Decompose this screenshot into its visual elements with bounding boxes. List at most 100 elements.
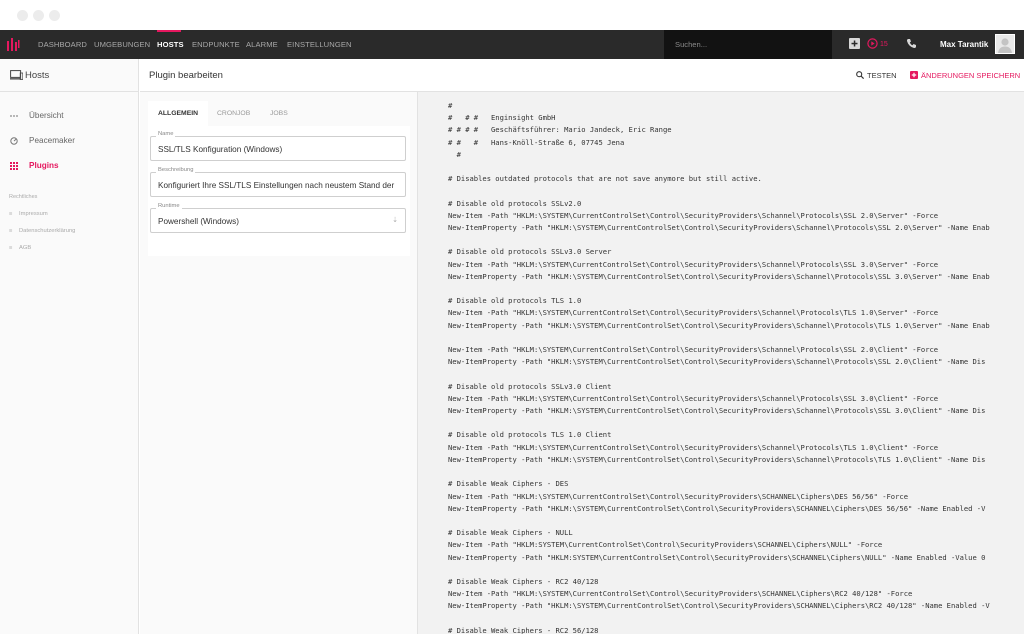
code-editor[interactable]: # # # # Enginsight GmbH # # # # Geschäftsf… xyxy=(417,92,1024,634)
code-line: New-Item -Path "HKLM:\SYSTEM\CurrentCont… xyxy=(448,308,939,318)
code-line: # Disable old protocols TLS 1.0 Client xyxy=(448,430,612,440)
save-icon xyxy=(910,71,918,79)
code-line: New-Item -Path "HKLM:\SYSTEM\CurrentCont… xyxy=(448,393,939,403)
nav-einstellungen[interactable]: EINSTELLUNGEN xyxy=(287,30,352,59)
nav-dashboard[interactable]: DASHBOARD xyxy=(38,30,87,59)
code-line: New-ItemProperty -Path "HKLM:\SYSTEM\Cur… xyxy=(448,223,990,233)
page-title: Plugin bearbeiten xyxy=(149,70,223,81)
sidebar-item-peacemaker[interactable]: Peacemaker xyxy=(0,134,139,148)
code-line: New-ItemProperty -Path "HKLM:\SYSTEM\Cur… xyxy=(448,503,986,513)
sidebar: Hosts Übersicht Peacemaker Plugins Recht… xyxy=(0,59,139,634)
code-content[interactable]: # # # # Enginsight GmbH # # # # Geschäftsf… xyxy=(448,100,990,634)
name-field[interactable]: Name SSL/TLS Konfiguration (Windows) xyxy=(150,131,406,161)
form-box: Name SSL/TLS Konfiguration (Windows) Bes… xyxy=(148,126,410,256)
code-line: New-Item -Path "HKLM:\SYSTEM\CurrentCont… xyxy=(448,345,939,355)
avatar[interactable] xyxy=(995,34,1015,54)
alarm-icon[interactable] xyxy=(867,38,878,49)
page-header: Plugin bearbeiten TESTEN ÄNDERUNGEN SPEI… xyxy=(140,59,1024,92)
legal-heading: Rechtliches xyxy=(9,194,38,200)
search-input[interactable] xyxy=(664,30,832,59)
legal-item-label: Impressum xyxy=(19,211,48,217)
code-line: New-Item -Path "HKLM:\SYSTEM\CurrentCont… xyxy=(448,589,913,599)
save-changes-button[interactable]: ÄNDERUNGEN SPEICHERN xyxy=(910,59,1020,92)
window-maximize-dot[interactable] xyxy=(49,10,60,21)
name-input[interactable]: SSL/TLS Konfiguration (Windows) xyxy=(158,145,402,154)
add-icon[interactable] xyxy=(849,38,860,49)
sidebar-item-uebersicht[interactable]: Übersicht xyxy=(0,109,139,123)
code-line: # Disable old protocols SSLv3.0 Server xyxy=(448,247,612,257)
user-name[interactable]: Max Tarantik xyxy=(940,30,988,59)
code-line: New-Item -Path "HKLM:\SYSTEM\CurrentCont… xyxy=(448,442,939,452)
code-line: New-ItemProperty -Path "HKLM:\SYSTEM\Cur… xyxy=(448,601,990,611)
legal-item-label: AGB xyxy=(19,245,32,251)
code-line: New-ItemProperty -Path "HKLM:SYSTEM\Curr… xyxy=(448,552,986,562)
chevron-down-icon: ⇣ xyxy=(392,217,398,224)
code-line: New-ItemProperty -Path "HKLM:\SYSTEM\Cur… xyxy=(448,454,986,464)
nav-alarme[interactable]: ALARME xyxy=(246,30,278,59)
sidebar-item-label: Übersicht xyxy=(29,111,64,120)
sidebar-title: Hosts xyxy=(25,70,50,81)
legal-item-label: Datenschutzerklärung xyxy=(19,228,76,234)
window-titlebar xyxy=(0,0,1024,30)
runtime-select[interactable]: Runtime Powershell (Windows) ⇣ xyxy=(150,203,406,233)
legal-item-impressum[interactable]: ≡ Impressum xyxy=(9,211,48,217)
sidebar-header: Hosts xyxy=(0,59,139,92)
gauge-icon xyxy=(10,137,18,145)
code-line: # Disable old protocols SSLv2.0 xyxy=(448,198,582,208)
sidebar-item-plugins[interactable]: Plugins xyxy=(0,159,139,173)
save-button-label: ÄNDERUNGEN SPEICHERN xyxy=(921,71,1021,80)
search-icon xyxy=(856,71,865,80)
legal-item-datenschutz[interactable]: ≡ Datenschutzerklärung xyxy=(9,228,75,234)
code-line: # Disable Weak Ciphers - NULL xyxy=(448,528,573,538)
avatar-placeholder-icon xyxy=(998,38,1012,53)
plugin-form-panel: ALLGEMEIN CRONJOB JOBS Name SSL/TLS Konf… xyxy=(140,92,417,634)
runtime-field-label: Runtime xyxy=(156,203,182,209)
tab-allgemein[interactable]: ALLGEMEIN xyxy=(148,101,209,127)
runtime-value: Powershell (Windows) xyxy=(158,217,239,226)
phone-icon[interactable] xyxy=(906,38,917,49)
code-line: New-Item -Path "HKLM:SYSTEM\CurrentContr… xyxy=(448,540,883,550)
top-navbar: DASHBOARD UMGEBUNGEN HOSTS ENDPUNKTE ALA… xyxy=(0,30,1024,59)
code-line: # xyxy=(448,149,461,159)
code-line: New-Item -Path "HKLM:\SYSTEM\CurrentCont… xyxy=(448,210,939,220)
test-button[interactable]: TESTEN xyxy=(856,59,897,92)
code-line: # # # Enginsight GmbH xyxy=(448,113,556,123)
tab-jobs[interactable]: JOBS xyxy=(270,101,288,127)
alarm-count-badge[interactable]: 15 xyxy=(880,30,888,59)
window-close-dot[interactable] xyxy=(17,10,28,21)
description-input[interactable]: Konfiguriert Ihre SSL/TLS Einstellungen … xyxy=(158,181,402,190)
sidebar-item-label: Peacemaker xyxy=(29,136,75,145)
legal-item-agb[interactable]: ≡ AGB xyxy=(9,245,31,251)
code-line: # # # Hans-Knöll-Straße 6, 07745 Jena xyxy=(448,137,625,147)
name-field-label: Name xyxy=(156,131,176,137)
nav-umgebungen[interactable]: UMGEBUNGEN xyxy=(94,30,150,59)
code-line: New-ItemProperty -Path "HKLM:\SYSTEM\Cur… xyxy=(448,357,986,367)
code-line: New-ItemProperty -Path "HKLM:\SYSTEM\Cur… xyxy=(448,320,990,330)
code-line: New-Item -Path "HKLM:\SYSTEM\CurrentCont… xyxy=(448,491,908,501)
code-line: # Disable old protocols SSLv3.0 Client xyxy=(448,381,612,391)
test-button-label: TESTEN xyxy=(867,71,897,80)
description-field[interactable]: Beschreibung Konfiguriert Ihre SSL/TLS E… xyxy=(150,167,406,197)
list-icon: ≡ xyxy=(9,211,13,217)
code-line: # Disables outdated protocols that are n… xyxy=(448,174,762,184)
window-minimize-dot[interactable] xyxy=(33,10,44,21)
code-line: # # # # Geschäftsführer: Mario Jandeck, … xyxy=(448,125,672,135)
code-line: New-ItemProperty -Path "HKLM:\SYSTEM\Cur… xyxy=(448,406,986,416)
nav-hosts[interactable]: HOSTS xyxy=(157,30,184,59)
code-line: # xyxy=(448,101,453,110)
tab-cronjob[interactable]: CRONJOB xyxy=(217,101,250,127)
nav-endpunkte[interactable]: ENDPUNKTE xyxy=(192,30,240,59)
code-line: # Disable Weak Ciphers - DES xyxy=(448,479,569,489)
plugin-grid-icon xyxy=(10,162,18,170)
logo-icon[interactable] xyxy=(6,37,20,52)
code-line: New-ItemProperty -Path "HKLM:\SYSTEM\Cur… xyxy=(448,271,990,281)
code-line: # Disable old protocols TLS 1.0 xyxy=(448,296,582,306)
